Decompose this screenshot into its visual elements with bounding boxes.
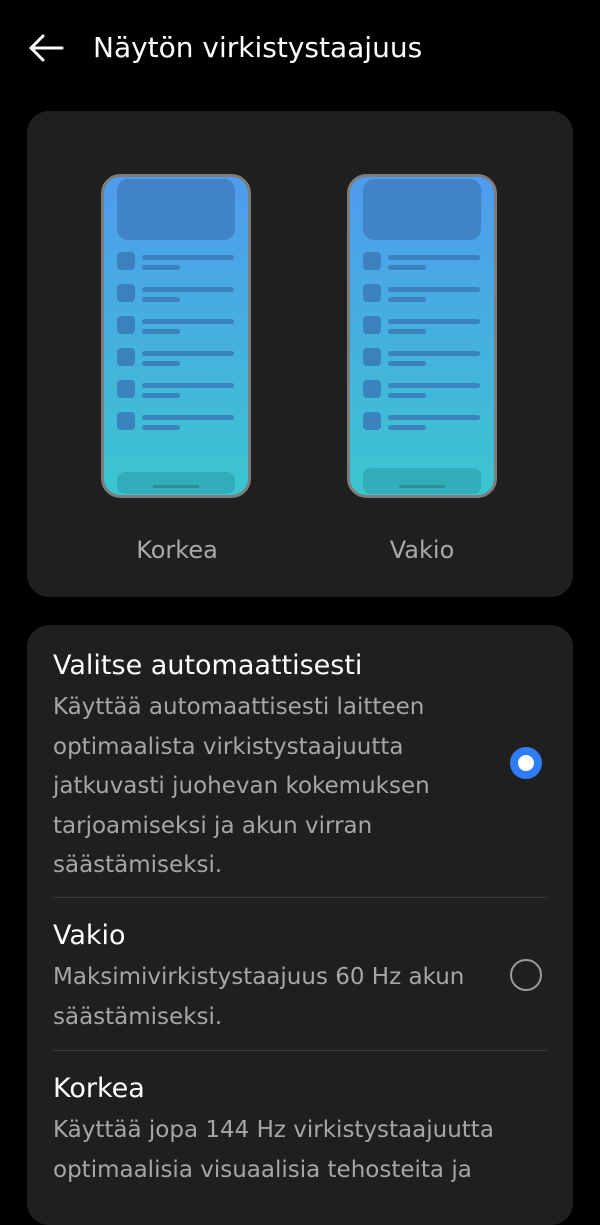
option-description: Käyttää jopa 144 Hz virkistystaajuutta o… bbox=[53, 1117, 494, 1183]
option-auto[interactable]: Valitse automaattisesti Käyttää automaat… bbox=[27, 625, 573, 897]
high-refresh-phone-preview[interactable] bbox=[101, 174, 251, 498]
standard-refresh-phone-preview[interactable] bbox=[347, 174, 497, 498]
option-high[interactable]: Korkea Käyttää jopa 144 Hz virkistystaaj… bbox=[27, 1051, 573, 1225]
preview-label-standard: Vakio bbox=[389, 536, 455, 564]
option-title: Vakio bbox=[53, 920, 126, 951]
option-description: Maksimivirkistystaajuus 60 Hz akun sääst… bbox=[53, 964, 465, 1030]
refresh-rate-preview-card: Korkea Vakio bbox=[27, 111, 573, 597]
back-button[interactable] bbox=[22, 26, 70, 70]
refresh-rate-options-card: Valitse automaattisesti Käyttää automaat… bbox=[27, 625, 573, 1225]
option-standard[interactable]: Vakio Maksimivirkistystaajuus 60 Hz akun… bbox=[27, 898, 573, 1050]
option-title: Korkea bbox=[53, 1073, 145, 1104]
top-app-bar: Näytön virkistystaajuus bbox=[0, 0, 600, 100]
preview-label-high: Korkea bbox=[136, 536, 218, 564]
arrow-left-icon bbox=[29, 34, 64, 62]
page-title: Näytön virkistystaajuus bbox=[93, 31, 423, 64]
radio-button[interactable] bbox=[510, 959, 542, 991]
option-description: Käyttää automaattisesti laitteen optimaa… bbox=[53, 694, 430, 878]
option-title: Valitse automaattisesti bbox=[53, 650, 363, 681]
radio-button-selected[interactable] bbox=[510, 747, 542, 779]
